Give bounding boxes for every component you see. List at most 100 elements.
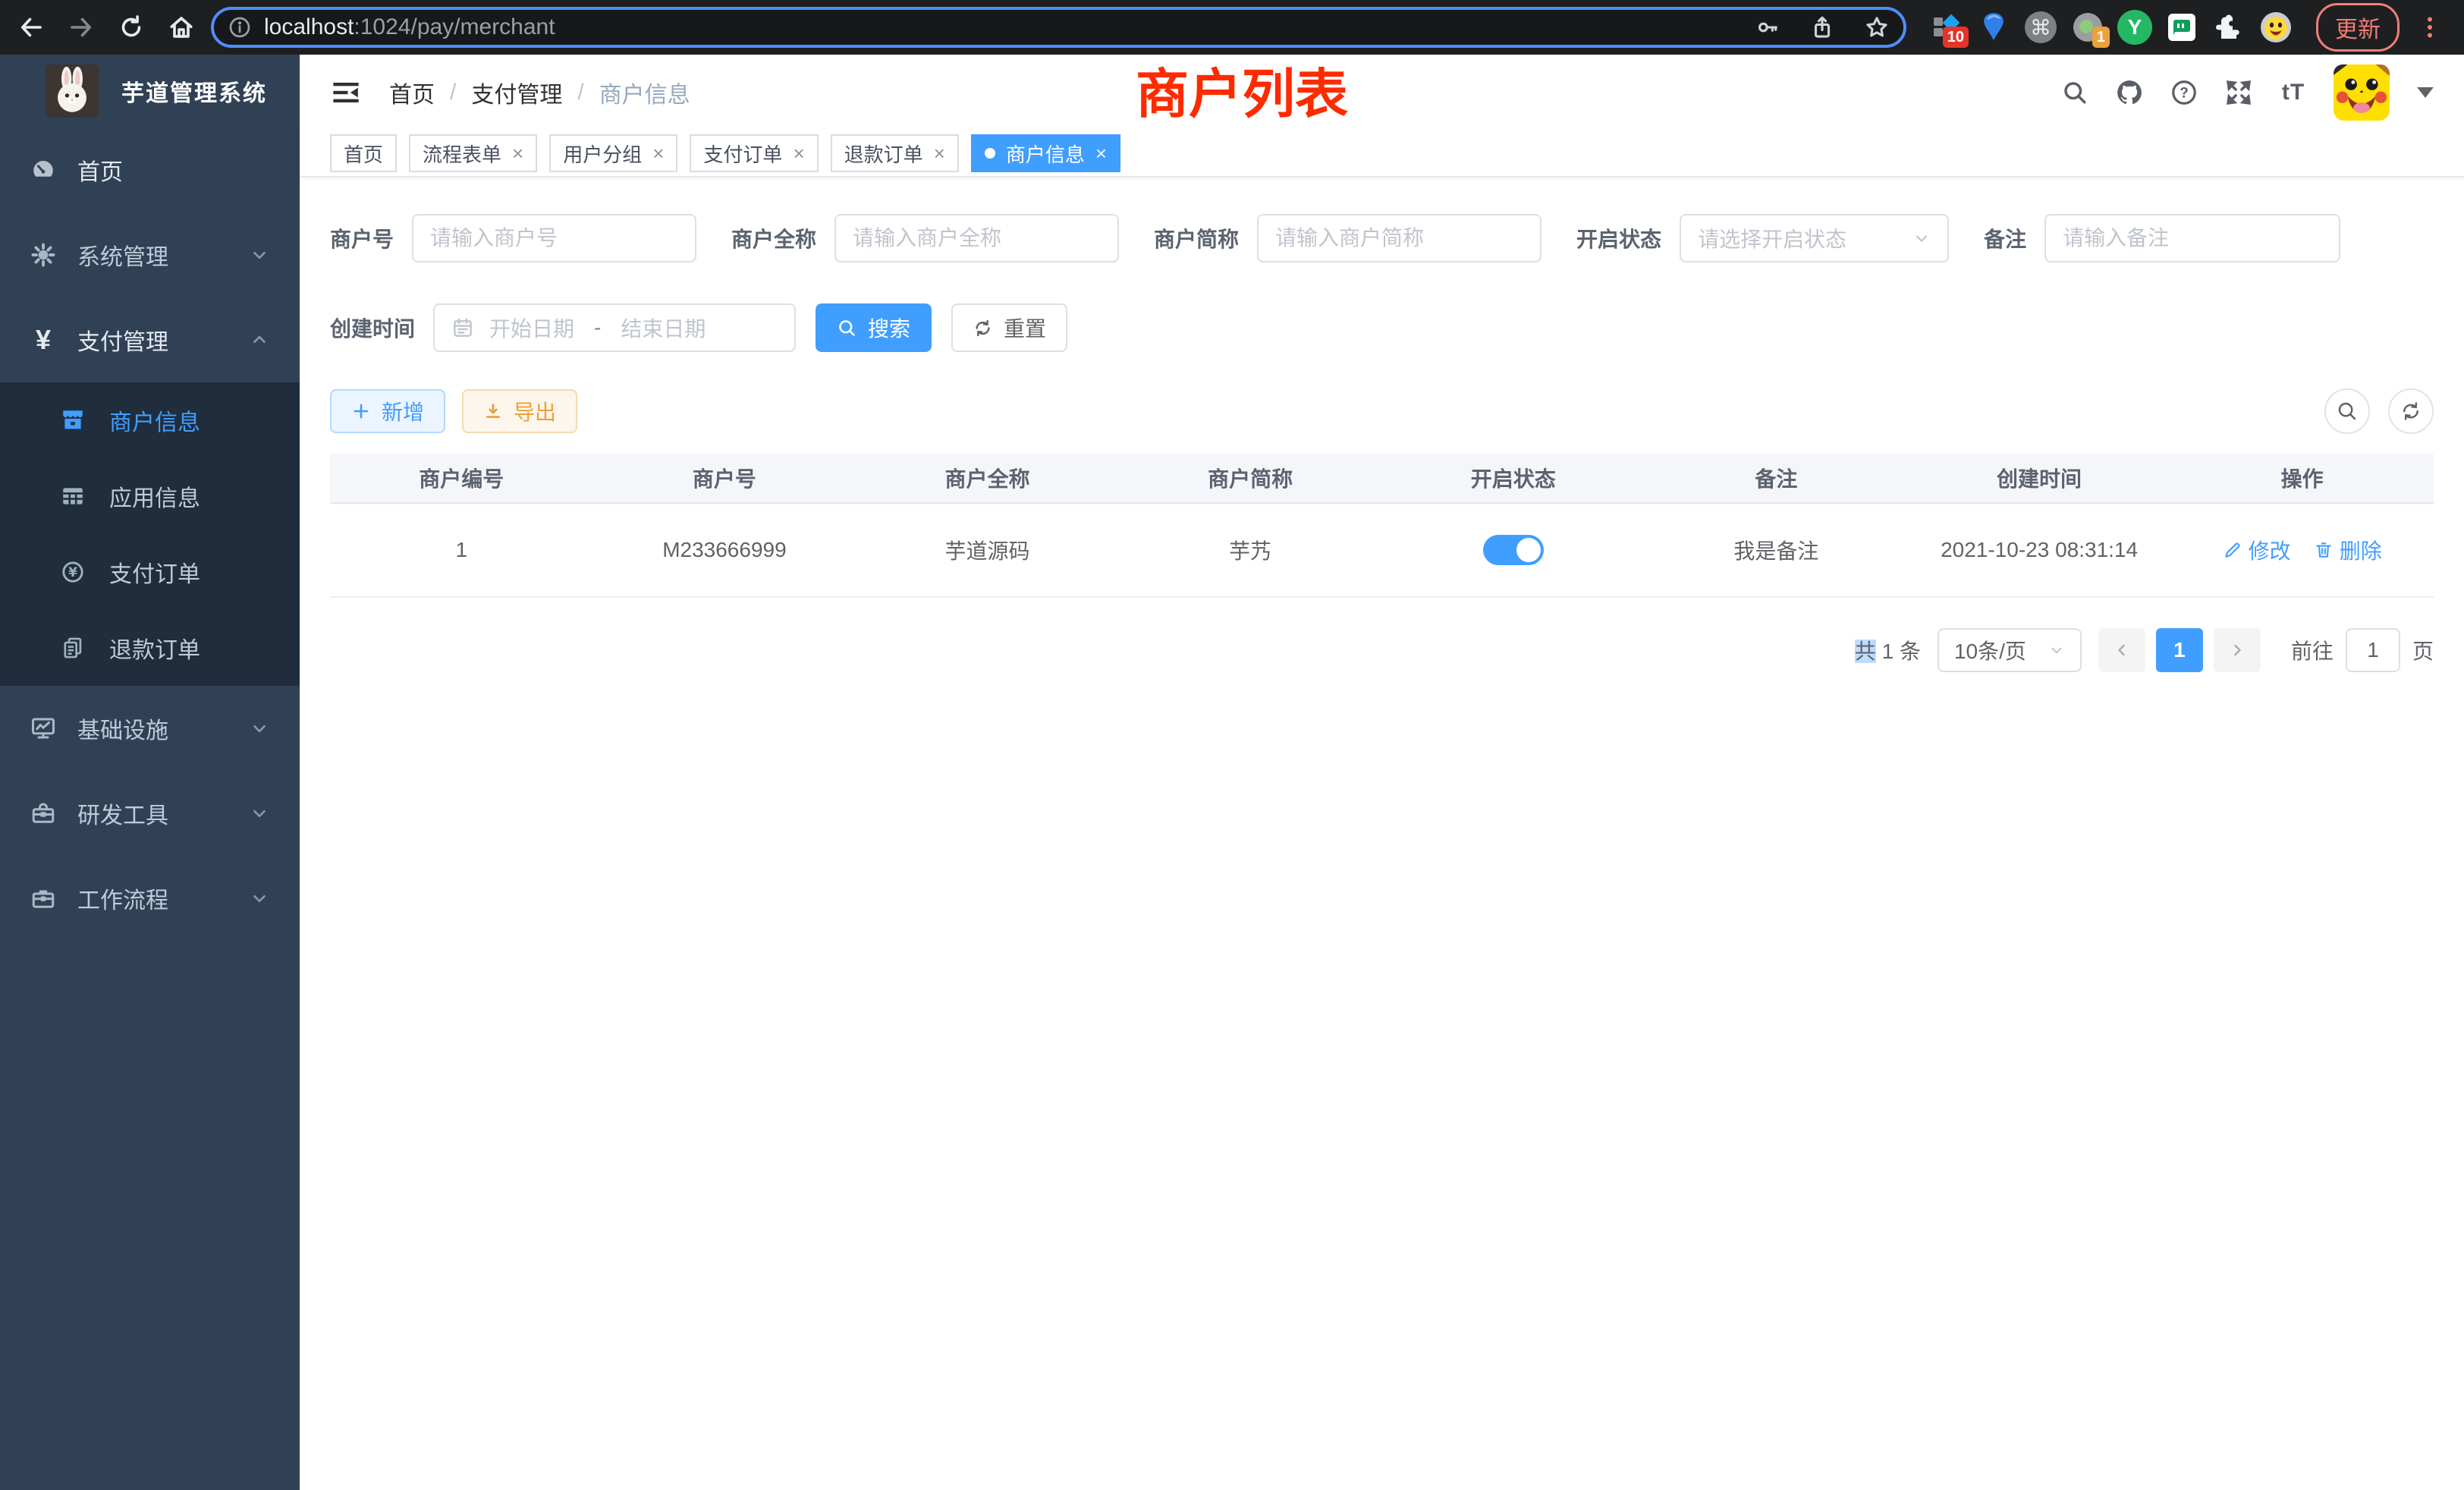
col-header-status: 开启状态 xyxy=(1382,463,1645,493)
briefcase-icon xyxy=(29,884,58,913)
password-key-icon[interactable] xyxy=(1755,14,1780,40)
goto-page-input[interactable] xyxy=(2346,628,2400,672)
browser-extensions: 10 ⌘ 1 Y xyxy=(1929,10,2293,45)
tab-merchant-info[interactable]: 商户信息 × xyxy=(971,134,1120,172)
date-range-separator: - xyxy=(594,316,601,340)
yen-icon: ¥ xyxy=(29,325,58,354)
total-suffix: 条 xyxy=(1900,640,1921,663)
table-search-toggle-button[interactable] xyxy=(2324,388,2370,434)
select-caret-icon xyxy=(2048,642,2065,659)
toggle-knob xyxy=(1516,538,1541,562)
tab-close-icon[interactable]: × xyxy=(652,143,664,163)
sidebar-item-workflow[interactable]: 工作流程 xyxy=(0,856,300,941)
col-header-merchant-no: 商户号 xyxy=(593,463,856,493)
extension-chat-icon[interactable] xyxy=(2164,10,2199,45)
col-header-actions: 操作 xyxy=(2170,463,2434,493)
tab-close-icon[interactable]: × xyxy=(1095,143,1107,163)
reset-button[interactable]: 重置 xyxy=(951,303,1067,352)
share-icon[interactable] xyxy=(1809,14,1835,40)
reload-icon xyxy=(118,14,145,41)
tab-process-form[interactable]: 流程表单 × xyxy=(409,134,537,172)
search-button[interactable]: 搜索 xyxy=(816,303,932,352)
user-avatar[interactable] xyxy=(2334,64,2390,121)
tab-label: 商户信息 xyxy=(1006,140,1085,168)
status-toggle[interactable] xyxy=(1483,535,1544,565)
browser-home-button[interactable] xyxy=(161,7,202,48)
pencil-icon xyxy=(2223,540,2242,560)
browser-back-button[interactable] xyxy=(11,7,52,48)
sidebar-item-system[interactable]: 系统管理 xyxy=(0,212,300,297)
extension-balloon-icon[interactable] xyxy=(1976,10,2011,45)
extension-recorder-icon[interactable]: 1 xyxy=(2070,10,2105,45)
next-page-button[interactable] xyxy=(2214,628,2261,672)
page-number-1[interactable]: 1 xyxy=(2156,628,2203,672)
browser-forward-button[interactable] xyxy=(61,7,102,48)
site-info-icon[interactable] xyxy=(228,15,252,39)
sidebar-item-app-info[interactable]: 应用信息 xyxy=(0,458,300,534)
page-size-select[interactable]: 10条/页 xyxy=(1938,628,2082,672)
sidebar-item-pay-orders[interactable]: ¥ 支付订单 xyxy=(0,534,300,610)
url-bar[interactable]: localhost:1024/pay/merchant xyxy=(211,7,1906,48)
tab-close-icon[interactable]: × xyxy=(793,143,804,163)
avatar-caret-icon[interactable] xyxy=(2417,87,2434,98)
status-select[interactable]: 请选择开启状态 xyxy=(1680,214,1949,262)
col-header-remark: 备注 xyxy=(1645,463,1908,493)
sidebar-item-label: 首页 xyxy=(77,153,123,187)
browser-menu-icon[interactable] xyxy=(2416,14,2444,41)
tab-close-icon[interactable]: × xyxy=(934,143,945,163)
chevron-down-icon xyxy=(250,888,269,908)
goto-label: 前往 xyxy=(2291,635,2334,665)
export-button[interactable]: 导出 xyxy=(462,389,577,433)
pagination: 共 1 条 10条/页 1 xyxy=(330,628,2434,672)
cell-remark: 我是备注 xyxy=(1645,535,1908,565)
filter-row-1: 商户号 商户全称 商户简称 开启状态 请选择开启状态 xyxy=(330,214,2434,262)
extension-y-icon[interactable]: Y xyxy=(2117,10,2152,45)
delete-link[interactable]: 删除 xyxy=(2314,535,2382,565)
full-name-input[interactable] xyxy=(834,214,1119,262)
header-search-icon[interactable] xyxy=(2060,78,2089,107)
monitor-chart-icon xyxy=(29,714,58,743)
breadcrumb-payment[interactable]: 支付管理 xyxy=(471,76,562,109)
extension-puzzle-icon[interactable] xyxy=(2211,10,2246,45)
tab-user-group[interactable]: 用户分组 × xyxy=(549,134,677,172)
tab-close-icon[interactable]: × xyxy=(512,143,523,163)
font-size-icon[interactable]: tT xyxy=(2279,78,2308,107)
col-header-create-time: 创建时间 xyxy=(1908,463,2171,493)
app-logo-row[interactable]: 芋道管理系统 xyxy=(0,55,300,127)
sidebar-item-home[interactable]: 首页 xyxy=(0,127,300,212)
tab-pay-orders[interactable]: 支付订单 × xyxy=(690,134,818,172)
help-icon[interactable]: ? xyxy=(2170,78,2198,107)
extension-emoji-icon[interactable] xyxy=(2258,10,2293,45)
merchant-no-input[interactable] xyxy=(412,214,696,262)
bookmark-star-icon[interactable] xyxy=(1864,14,1890,40)
sidebar-item-label: 工作流程 xyxy=(77,882,168,915)
sidebar-item-payment[interactable]: ¥ 支付管理 xyxy=(0,297,300,382)
extension-tabs-icon[interactable]: 10 xyxy=(1929,10,1964,45)
fullscreen-icon[interactable] xyxy=(2224,78,2253,107)
remark-input[interactable] xyxy=(2044,214,2340,262)
sidebar-item-infrastructure[interactable]: 基础设施 xyxy=(0,686,300,771)
app-logo-rabbit xyxy=(46,64,99,118)
browser-reload-button[interactable] xyxy=(111,7,152,48)
edit-link[interactable]: 修改 xyxy=(2223,535,2291,565)
short-name-input[interactable] xyxy=(1257,214,1542,262)
breadcrumb-home[interactable]: 首页 xyxy=(389,76,435,109)
sidebar-collapse-icon[interactable] xyxy=(330,77,362,108)
create-time-range-picker[interactable]: 开始日期 - 结束日期 xyxy=(433,303,796,352)
sidebar-item-refund-orders[interactable]: 退款订单 xyxy=(0,610,300,686)
edit-link-label: 修改 xyxy=(2249,535,2291,565)
tab-refund-orders[interactable]: 退款订单 × xyxy=(831,134,959,172)
tab-home[interactable]: 首页 xyxy=(330,134,397,172)
svg-text:?: ? xyxy=(2180,85,2189,101)
end-date-placeholder: 结束日期 xyxy=(621,313,706,343)
extension-command-icon[interactable]: ⌘ xyxy=(2023,10,2058,45)
sidebar-item-dev-tools[interactable]: 研发工具 xyxy=(0,771,300,856)
url-text[interactable]: localhost:1024/pay/merchant xyxy=(264,14,555,40)
prev-page-button[interactable] xyxy=(2098,628,2145,672)
browser-update-button[interactable]: 更新 xyxy=(2316,3,2400,52)
github-icon[interactable] xyxy=(2115,78,2144,107)
sidebar-item-merchant-info[interactable]: 商户信息 xyxy=(0,382,300,458)
table-refresh-button[interactable] xyxy=(2388,388,2434,434)
add-button[interactable]: 新增 xyxy=(330,389,445,433)
tab-label: 退款订单 xyxy=(844,140,923,168)
